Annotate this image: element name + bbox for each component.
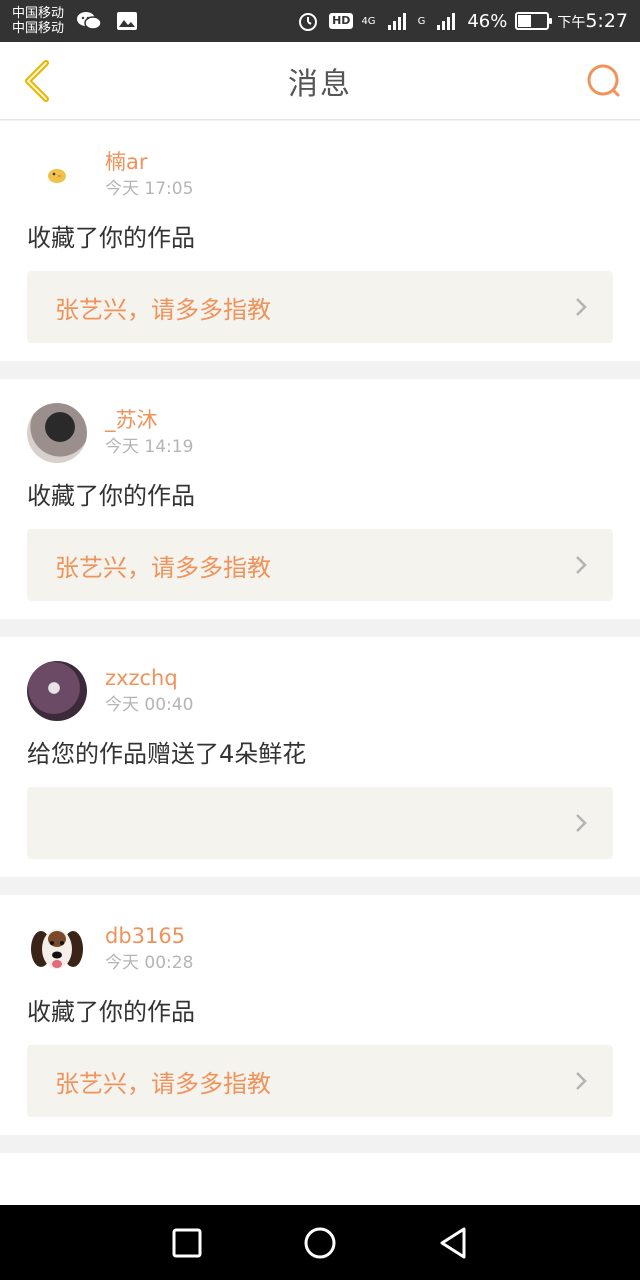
user-meta: _苏沐 今天 14:19: [105, 407, 193, 459]
action-text: 收藏了你的作品: [27, 998, 195, 1026]
user-meta: zxzchq 今天 00:40: [105, 665, 193, 717]
timestamp: 今天 00:40: [105, 695, 194, 715]
image-icon: [114, 10, 140, 32]
header: 消息: [0, 42, 640, 120]
username[interactable]: 楠ar: [105, 149, 193, 175]
timestamp: 今天 14:19: [105, 437, 194, 457]
status-left: 中国移动 中国移动: [12, 6, 140, 36]
search-button[interactable]: [582, 59, 626, 103]
user-meta: 楠ar 今天 17:05: [105, 149, 193, 201]
signal-icon-2: [433, 10, 459, 32]
back-icon: [440, 1227, 466, 1258]
home-icon: [304, 1227, 336, 1258]
action-text: 给您的作品赠送了4朵鲜花: [27, 740, 307, 768]
action-text: 收藏了你的作品: [27, 224, 195, 252]
chevron-right-icon: [573, 295, 589, 319]
message-header: db3165 今天 00:28: [27, 919, 613, 979]
timestamp: 今天 17:05: [105, 179, 194, 199]
carrier-info: 中国移动 中国移动: [12, 6, 64, 36]
avatar[interactable]: [27, 145, 87, 205]
username[interactable]: db3165: [105, 923, 193, 949]
chevron-right-icon: [573, 811, 589, 835]
work-link[interactable]: [27, 787, 613, 859]
timestamp: 今天 00:28: [105, 953, 194, 973]
message-card[interactable]: db3165 今天 00:28 收藏了你的作品 张艺兴，请多多指教: [0, 895, 640, 1135]
home-button[interactable]: [290, 1213, 350, 1273]
avatar[interactable]: [27, 661, 87, 721]
network-4g: 4G: [361, 15, 376, 27]
username[interactable]: _苏沐: [105, 407, 193, 433]
message-card-partial[interactable]: [0, 1153, 640, 1205]
work-link[interactable]: 张艺兴，请多多指教: [27, 271, 613, 343]
message-header: zxzchq 今天 00:40: [27, 661, 613, 721]
system-nav-bar: [0, 1205, 640, 1280]
battery-fill: [518, 15, 532, 27]
message-header: _苏沐 今天 14:19: [27, 403, 613, 463]
message-card[interactable]: _苏沐 今天 14:19 收藏了你的作品 张艺兴，请多多指教: [0, 379, 640, 619]
status-time: 下午5:27: [557, 10, 628, 32]
alarm-icon: [295, 10, 321, 32]
status-bar: 中国移动 中国移动 HD 4G G 46% 下午5:27: [0, 0, 640, 42]
message-header: 楠ar 今天 17:05: [27, 145, 613, 205]
chick-avatar-icon: [48, 169, 66, 183]
message-card[interactable]: zxzchq 今天 00:40 给您的作品赠送了4朵鲜花: [0, 637, 640, 877]
chevron-left-icon: [25, 60, 49, 102]
recent-apps-icon: [172, 1228, 202, 1257]
message-list[interactable]: 楠ar 今天 17:05 收藏了你的作品 张艺兴，请多多指教 _苏沐 今天 14…: [0, 121, 640, 1205]
avatar[interactable]: [27, 403, 87, 463]
signal-icon: [384, 10, 410, 32]
network-g: G: [417, 15, 426, 27]
carrier-2: 中国移动: [12, 21, 65, 36]
work-link[interactable]: 张艺兴，请多多指教: [27, 1045, 613, 1117]
status-right: HD 4G G 46% 下午5:27: [295, 10, 628, 32]
page-title: 消息: [288, 66, 352, 102]
work-link[interactable]: 张艺兴，请多多指教: [27, 529, 613, 601]
time-value: 5:27: [585, 10, 628, 32]
chevron-right-icon: [573, 1069, 589, 1093]
time-prefix: 下午: [557, 15, 586, 31]
back-button[interactable]: [14, 56, 58, 106]
avatar[interactable]: [27, 919, 87, 979]
wechat-icon: [76, 10, 102, 32]
recent-apps-button[interactable]: [157, 1213, 217, 1273]
carrier-1: 中国移动: [12, 6, 65, 21]
message-card[interactable]: 楠ar 今天 17:05 收藏了你的作品 张艺兴，请多多指教: [0, 121, 640, 361]
hd-badge: HD: [329, 13, 354, 29]
battery-icon: [515, 12, 553, 30]
user-meta: db3165 今天 00:28: [105, 923, 193, 975]
chevron-right-icon: [573, 553, 589, 577]
action-text: 收藏了你的作品: [27, 482, 195, 510]
work-title: 张艺兴，请多多指教: [55, 553, 271, 582]
search-icon: [587, 64, 620, 97]
work-title: 张艺兴，请多多指教: [55, 1069, 271, 1098]
back-nav-button[interactable]: [423, 1213, 483, 1273]
battery-percent: 46%: [467, 10, 508, 32]
username[interactable]: zxzchq: [105, 665, 193, 691]
dog-avatar-icon: [31, 929, 83, 969]
work-title: 张艺兴，请多多指教: [55, 295, 271, 324]
